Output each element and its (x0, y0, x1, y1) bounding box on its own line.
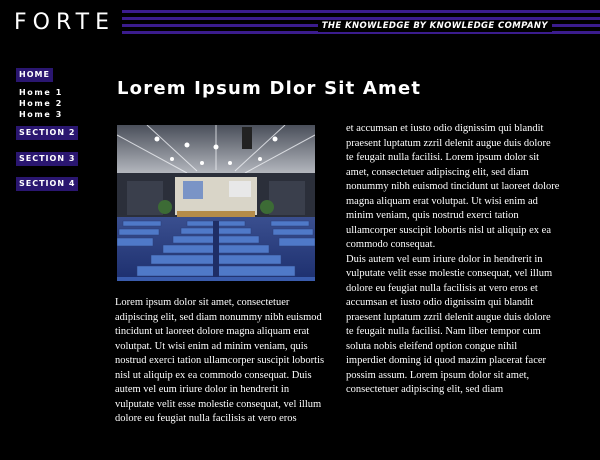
nav-home-3-link[interactable]: Home 3 (16, 109, 96, 120)
auditorium-photo (117, 125, 315, 281)
left-text-column: Lorem ipsum dolor sit amet, consectetuer… (115, 296, 327, 427)
nav-section-3-button[interactable]: SECTION 3 (16, 152, 79, 166)
right-text-column: et accumsan et iusto odio dignissim qui … (346, 122, 560, 398)
home-subnav: Home 1 Home 2 Home 3 (16, 87, 96, 120)
site-logo[interactable]: FORTE (14, 11, 115, 35)
nav-home-1-link[interactable]: Home 1 (16, 87, 96, 98)
page-title: Lorem Ipsum Dlor Sit Amet (117, 78, 422, 99)
left-paragraph: Lorem ipsum dolor sit amet, consectetuer… (115, 297, 325, 424)
right-paragraph-2: Duis autem vel eum iriure dolor in hendr… (346, 253, 553, 396)
sidebar-nav: HOME Home 1 Home 2 Home 3 (16, 64, 96, 120)
right-paragraph-1: et accumsan et iusto odio dignissim qui … (346, 123, 560, 250)
nav-home-button[interactable]: HOME (16, 68, 53, 82)
nav-section-4-button[interactable]: SECTION 4 (16, 177, 79, 191)
site-header: FORTE THE KNOWLEDGE BY KNOWLEDGE COMPANY (0, 0, 600, 40)
nav-section-2-button[interactable]: SECTION 2 (16, 126, 79, 140)
site-tagline: THE KNOWLEDGE BY KNOWLEDGE COMPANY (317, 20, 552, 32)
nav-home-2-link[interactable]: Home 2 (16, 98, 96, 109)
